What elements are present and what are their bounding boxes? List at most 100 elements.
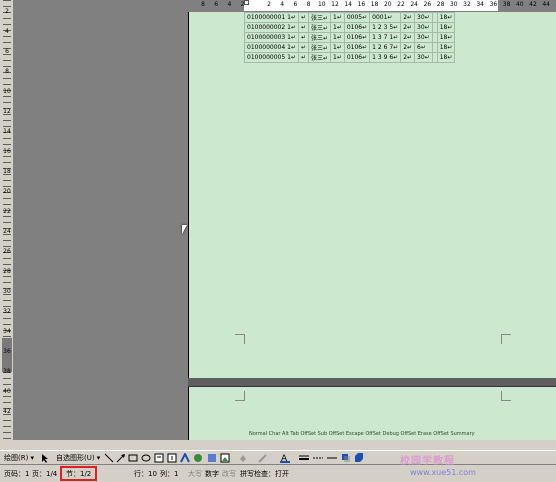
table-cell[interactable]: ↵ (297, 22, 309, 33)
table-cell[interactable]: ↵ (297, 52, 309, 63)
clipart-icon[interactable] (207, 453, 217, 463)
status-page-number: 页码：1 (4, 470, 30, 478)
table-cell[interactable]: 0106↵ (343, 42, 371, 53)
table-cell[interactable]: 1 3 7 1↵ (369, 32, 402, 43)
table-row[interactable]: 0100000002 1↵ ↵ 张三↵ 1↵ 0106↵ 1 2 3 5↵ 2↵ 30↵ 18↵ (244, 22, 456, 33)
table-row[interactable]: 0100000003 1↵ ↵ 张三↵ 1↵ 0106↵ 1 3 7 1↵ 2↵ 30↵ 18↵ (244, 32, 456, 43)
table-cell[interactable]: 2↵ (400, 42, 416, 53)
table-cell[interactable]: 1 2 3 5↵ (369, 22, 402, 33)
table-cell[interactable]: 张三↵ (307, 52, 332, 63)
status-caps[interactable]: 大写 (188, 468, 202, 480)
table-cell[interactable]: 张三↵ (307, 22, 332, 33)
table-row[interactable]: 0100000004 1↵ ↵ 张三↵ 1↵ 0106↵ 1 2 6 7↵ 2↵ 6↵ 18↵ (244, 42, 456, 53)
ruler-number: 26 (423, 1, 432, 8)
table-cell[interactable]: 0100000003 1↵ (244, 32, 299, 43)
dash-style-icon[interactable] (313, 453, 323, 463)
wordart-icon[interactable] (180, 451, 190, 463)
table-cell[interactable]: 1↵ (330, 32, 345, 43)
table-cell[interactable]: 0100000002 1↵ (244, 22, 299, 33)
data-table[interactable]: 0100000001 1↵ ↵ 张三↵ 1↵ 0005↵ 0001↵ 2↵ 30↵ 18↵ 010… (244, 12, 456, 63)
page-break (188, 378, 556, 387)
table-cell[interactable]: 0106↵ (343, 52, 371, 63)
mouse-pointer-icon (182, 225, 187, 234)
autoshape-menu-button[interactable]: 自选图形(U) ▾ (56, 452, 100, 464)
table-cell[interactable]: 0106↵ (343, 32, 371, 43)
ruler-number: 2 (267, 1, 271, 8)
table-cell[interactable]: 1 2 6 7↵ (369, 42, 402, 53)
table-cell[interactable]: 1↵ (330, 52, 345, 63)
table-cell[interactable]: 6↵ (414, 42, 433, 53)
table-cell[interactable]: 0100000004 1↵ (244, 42, 299, 53)
table-cell[interactable]: 18↵ (436, 42, 456, 53)
table-cell[interactable]: 1↵ (330, 12, 345, 23)
ruler-number: 34 (3, 328, 11, 335)
fill-color-icon[interactable] (238, 453, 248, 463)
table-cell[interactable]: 30↵ (414, 52, 433, 63)
arrow-icon[interactable] (116, 453, 126, 463)
word-window: 2 4 6 8 10 12 14 16 18 20 22 24 26 28 30 32 34 36 38 40 42 8… (0, 0, 556, 482)
table-cell[interactable]: ↵ (297, 32, 309, 43)
table-row[interactable]: 0100000001 1↵ ↵ 张三↵ 1↵ 0005↵ 0001↵ 2↵ 30↵ 18↵ (244, 12, 456, 23)
line-color-icon[interactable] (258, 453, 268, 463)
table-cell[interactable]: 18↵ (436, 12, 456, 23)
table-cell[interactable]: 30↵ (414, 22, 433, 33)
table-cell[interactable]: 30↵ (414, 12, 433, 23)
table-cell[interactable]: 18↵ (436, 52, 456, 63)
ruler-number: 28 (3, 268, 11, 275)
table-cell[interactable]: 18↵ (436, 22, 456, 33)
diagram-icon[interactable] (193, 453, 203, 463)
3d-icon[interactable] (354, 453, 364, 463)
table-cell[interactable]: 1↵ (330, 42, 345, 53)
line-icon[interactable] (104, 453, 114, 463)
margin-corner-mark (501, 334, 511, 344)
document-page-1[interactable]: 0100000001 1↵ ↵ 张三↵ 1↵ 0005↵ 0001↵ 2↵ 30↵ 18↵ 010… (188, 12, 556, 378)
ruler-number: 36 (3, 348, 11, 355)
font-color-icon[interactable]: A (280, 453, 290, 464)
ruler-number: 2 (240, 1, 245, 8)
picture-icon[interactable] (220, 453, 230, 463)
table-row[interactable]: 0100000005 1↵ ↵ 张三↵ 1↵ 0106↵ 1 3 9 6↵ 2↵ 30↵ 18↵ (244, 52, 456, 63)
ruler-number: 6 (293, 1, 298, 8)
table-cell[interactable]: 0001↵ (369, 12, 402, 23)
textbox-icon[interactable] (154, 453, 164, 463)
ruler-number: 18 (370, 1, 379, 8)
ruler-number: 22 (397, 1, 405, 8)
table-cell[interactable]: 2↵ (400, 32, 416, 43)
shadow-icon[interactable] (341, 453, 351, 463)
table-cell[interactable]: 2↵ (400, 52, 416, 63)
table-cell[interactable]: 1 3 9 6↵ (369, 52, 402, 63)
table-cell[interactable]: 0106↵ (343, 22, 371, 33)
ruler-margin-marker[interactable] (2, 338, 12, 372)
arrow-style-icon[interactable] (327, 453, 337, 463)
rectangle-icon[interactable] (128, 453, 138, 463)
vertical-textbox-icon[interactable] (167, 453, 177, 463)
status-row: 行：10 (134, 470, 157, 478)
ruler-number: 40 (3, 388, 11, 395)
select-arrow-icon[interactable] (40, 453, 50, 463)
margin-corner-mark (235, 391, 245, 401)
status-ovr[interactable]: 改写 (222, 468, 236, 480)
document-page-2[interactable]: Normal Char Alt Tab OffSet Sub OffSet Es… (188, 387, 556, 440)
horizontal-ruler[interactable]: 8 6 4 2 2 4 6 8 10 12 14 16 18 20 22 24 26 28 30 32 34 36 38 40… (188, 0, 556, 12)
table-cell[interactable]: 0100000001 1↵ (244, 12, 299, 23)
style-text: Normal Char Alt Tab OffSet Sub OffSet Es… (249, 431, 475, 437)
vertical-ruler[interactable]: 2 4 6 8 10 12 14 16 18 20 22 24 26 28 30 32 34 36 38 40 42 (0, 0, 14, 440)
table-cell[interactable]: ↵ (297, 12, 309, 23)
table-cell[interactable]: ↵ (297, 42, 309, 53)
ruler-number: 38 (502, 1, 511, 8)
table-cell[interactable]: 2↵ (400, 22, 416, 33)
table-cell[interactable]: 1↵ (330, 22, 345, 33)
table-cell[interactable]: 张三↵ (307, 42, 332, 53)
table-cell[interactable]: 2↵ (400, 12, 416, 23)
oval-icon[interactable] (141, 453, 151, 463)
table-cell[interactable]: 18↵ (436, 32, 456, 43)
table-cell[interactable]: 张三↵ (307, 12, 332, 23)
table-cell[interactable]: 0100000005 1↵ (244, 52, 299, 63)
table-cell[interactable]: 张三↵ (307, 32, 332, 43)
line-style-icon[interactable] (299, 453, 309, 463)
status-spell-check[interactable]: 拼写检查：打开 (240, 468, 289, 480)
table-cell[interactable]: 0005↵ (343, 12, 371, 23)
table-cell[interactable]: 30↵ (414, 32, 433, 43)
draw-menu-button[interactable]: 绘图(R) ▾ (4, 452, 34, 464)
status-num[interactable]: 数字 (205, 468, 219, 480)
